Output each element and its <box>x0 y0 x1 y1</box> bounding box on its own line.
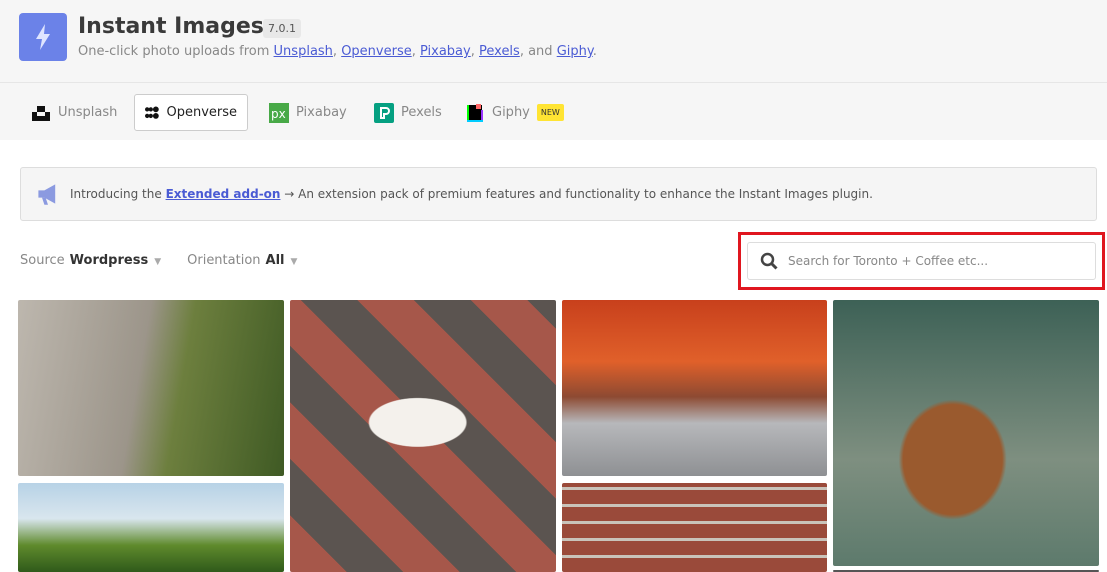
tab-label: Openverse <box>166 105 237 120</box>
pixabay-icon: px <box>269 102 289 123</box>
tab-giphy[interactable]: Giphy NEW <box>455 94 574 131</box>
photo-bridge[interactable] <box>562 300 827 476</box>
source-value: Wordpress <box>69 253 149 268</box>
photo-tree-trunk[interactable] <box>18 300 284 476</box>
photo-park[interactable] <box>18 483 284 572</box>
link-pixabay[interactable]: Pixabay <box>420 44 471 59</box>
search-icon <box>760 252 778 270</box>
source-label: Source <box>20 253 65 268</box>
sep: , <box>332 44 342 59</box>
tab-label: Giphy <box>492 105 530 120</box>
version-badge: 7.0.1 <box>263 19 301 38</box>
openverse-icon <box>145 105 159 119</box>
tab-openverse[interactable]: Openverse <box>134 94 248 131</box>
sep: , <box>470 44 479 59</box>
tab-pexels[interactable]: Pexels <box>364 94 452 131</box>
link-unsplash[interactable]: Unsplash <box>274 44 333 59</box>
link-openverse[interactable]: Openverse <box>341 44 412 59</box>
pexels-icon <box>374 102 394 123</box>
app-subtitle: One-click photo uploads from Unsplash, O… <box>78 44 597 59</box>
megaphone-icon <box>38 184 56 205</box>
unsplash-icon <box>32 105 50 121</box>
new-badge: NEW <box>536 104 564 121</box>
app-logo <box>19 13 67 61</box>
giphy-icon <box>467 103 483 122</box>
filters: Source Wordpress ▼ Orientation All ▼ <box>20 253 297 268</box>
photo-brick-wall[interactable] <box>562 483 827 572</box>
addon-notice: Introducing the Extended add-on → An ext… <box>20 167 1097 221</box>
tab-pixabay[interactable]: px Pixabay <box>259 94 357 131</box>
tab-label: Pexels <box>401 105 442 120</box>
link-pexels[interactable]: Pexels <box>479 44 520 59</box>
extended-addon-link[interactable]: Extended add-on <box>166 187 281 201</box>
chevron-down-icon: ▼ <box>290 257 298 267</box>
subtitle-text: One-click photo uploads from <box>78 44 274 59</box>
search-box[interactable] <box>747 242 1096 280</box>
tab-unsplash[interactable]: Unsplash <box>21 94 127 131</box>
app-title: Instant Images <box>78 14 264 39</box>
divider <box>0 82 1107 83</box>
orientation-value: All <box>265 253 285 268</box>
photo-cat[interactable] <box>290 300 556 572</box>
orientation-label: Orientation <box>187 253 261 268</box>
link-giphy[interactable]: Giphy <box>557 44 593 59</box>
search-input[interactable] <box>788 254 1078 268</box>
notice-text: Introducing the Extended add-on → An ext… <box>70 187 873 201</box>
tab-label: Pixabay <box>296 105 347 120</box>
bolt-icon <box>36 24 50 50</box>
svg-text:px: px <box>271 107 286 121</box>
sep: . <box>592 44 597 59</box>
notice-suffix: → An extension pack of premium features … <box>280 187 873 201</box>
tab-label: Unsplash <box>58 105 118 120</box>
photo-squirrel[interactable] <box>833 300 1099 566</box>
orientation-filter[interactable]: Orientation All ▼ <box>187 253 297 268</box>
chevron-down-icon: ▼ <box>154 257 162 267</box>
notice-prefix: Introducing the <box>70 187 166 201</box>
source-filter[interactable]: Source Wordpress ▼ <box>20 253 161 268</box>
sep: , <box>411 44 420 59</box>
sep: , and <box>519 44 557 59</box>
